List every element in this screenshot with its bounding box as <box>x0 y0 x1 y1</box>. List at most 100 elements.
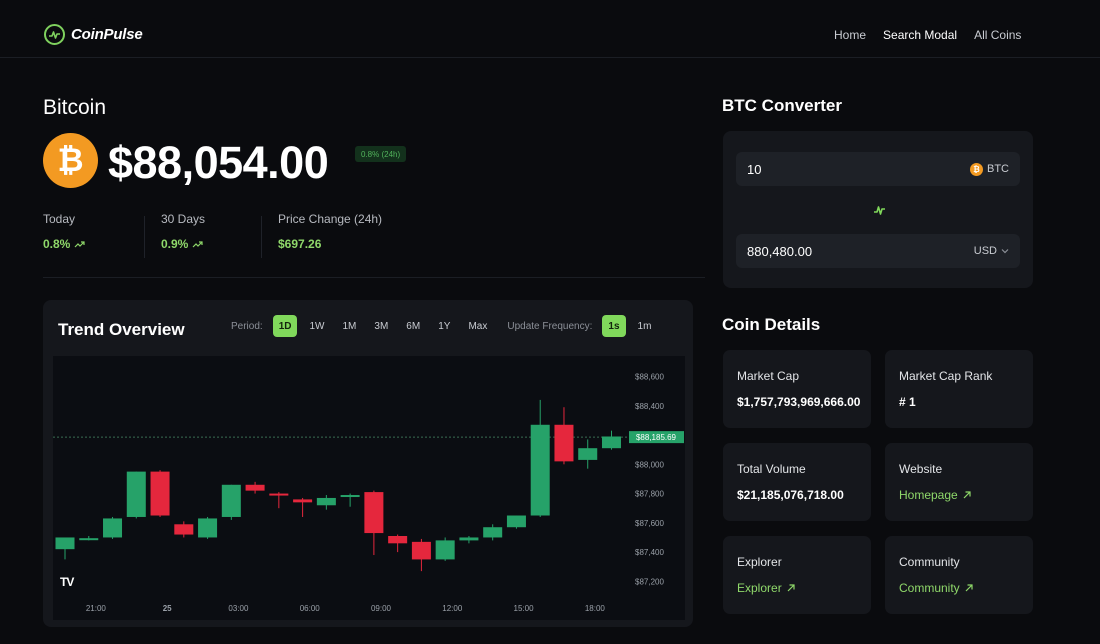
nav-home[interactable]: Home <box>834 28 866 42</box>
candle-body <box>506 515 526 528</box>
explorer-link[interactable]: Explorer <box>737 581 857 595</box>
community-card: Community Community <box>885 536 1033 614</box>
chart-canvas[interactable]: $88,600$88,400$88,200$88,000$87,800$87,6… <box>53 356 685 620</box>
candle-body <box>245 484 265 491</box>
homepage-link[interactable]: Homepage <box>899 488 1019 502</box>
x-tick-label: 12:00 <box>442 604 463 613</box>
candle-body <box>55 537 75 550</box>
converter-card: 10 ₿ BTC 880,480.00 USD <box>723 131 1033 288</box>
candle-body <box>435 540 455 560</box>
converter-result-field[interactable]: 880,480.00 USD <box>736 234 1020 268</box>
coin-name: Bitcoin <box>43 96 107 119</box>
total-volume-card: Total Volume $21,185,076,718.00 <box>723 443 871 521</box>
x-tick-label: 06:00 <box>300 604 321 613</box>
stat-label: Today <box>43 212 76 226</box>
divider <box>144 216 145 258</box>
y-tick-label: $87,400 <box>635 548 664 557</box>
card-label: Total Volume <box>737 462 806 476</box>
candle-body <box>174 524 194 535</box>
nav-all-coins[interactable]: All Coins <box>974 28 1021 42</box>
link-text[interactable]: Community <box>899 581 960 595</box>
candle-body <box>554 424 574 462</box>
from-unit: ₿ BTC <box>970 162 1009 176</box>
candle-body <box>269 493 289 496</box>
y-tick-label: $87,800 <box>635 490 664 499</box>
stat-label: Price Change (24h) <box>278 212 383 226</box>
details-title: Coin Details <box>722 315 821 334</box>
period-3m-button[interactable]: 3M <box>368 315 394 337</box>
candle-body <box>364 492 384 534</box>
external-arrow-icon <box>965 584 973 592</box>
candle-body <box>411 541 431 560</box>
period-1w-button[interactable]: 1W <box>303 315 330 337</box>
x-tick-label: 09:00 <box>371 604 392 613</box>
period-1y-button[interactable]: 1Y <box>432 315 456 337</box>
candle-body <box>601 436 621 449</box>
candle-body <box>578 448 598 460</box>
candle-body <box>459 537 479 541</box>
divider <box>261 216 262 258</box>
swap-icon[interactable] <box>872 203 886 217</box>
candle-body <box>103 518 123 538</box>
candlestick-chart[interactable]: $88,600$88,400$88,200$88,000$87,800$87,6… <box>53 356 685 620</box>
currency-select[interactable]: USD <box>974 245 1009 257</box>
candle-body <box>293 499 313 503</box>
card-value: $1,757,793,969,666.00 <box>737 395 861 409</box>
from-unit-label: BTC <box>987 163 1009 175</box>
website-card: Website Homepage <box>885 443 1033 521</box>
nav-search-modal[interactable]: Search Modal <box>883 28 957 42</box>
card-label: Community <box>899 555 960 569</box>
bitcoin-icon: ₿ <box>970 162 983 176</box>
stat-value-text: 0.8% <box>43 237 71 251</box>
tradingview-logo-icon[interactable]: TV <box>60 575 74 589</box>
trending-up-icon <box>74 241 85 248</box>
trend-title: Trend Overview <box>58 320 185 339</box>
candle-body <box>340 495 360 498</box>
candle-body <box>198 518 218 538</box>
stat-price-change: Price Change (24h) $697.26 <box>278 212 382 251</box>
frequency-1s-button[interactable]: 1s <box>602 315 626 337</box>
stat-label: 30 Days <box>161 212 206 226</box>
converter-title: BTC Converter <box>722 96 842 115</box>
stat-value-text: 0.9% <box>161 237 189 251</box>
coin-price: $88,054.00 <box>108 137 329 188</box>
x-tick-label: 03:00 <box>228 604 249 613</box>
candle-body <box>316 497 336 506</box>
chevron-down-icon <box>1001 249 1009 254</box>
brand-logo[interactable]: CoinPulse <box>44 24 143 45</box>
pulse-logo-icon <box>44 24 65 45</box>
card-value: $21,185,076,718.00 <box>737 488 844 502</box>
x-tick-label: 15:00 <box>514 604 535 613</box>
x-tick-label: 25 <box>163 604 172 613</box>
card-label: Market Cap Rank <box>899 369 993 383</box>
period-6m-button[interactable]: 6M <box>400 315 426 337</box>
card-label: Market Cap <box>737 369 800 383</box>
period-label: Period: <box>231 320 263 332</box>
stat-30-days: 30 Days 0.9% <box>161 212 205 251</box>
link-text[interactable]: Explorer <box>737 581 782 595</box>
converter-amount-field[interactable]: 10 ₿ BTC <box>736 152 1020 186</box>
card-label: Website <box>899 462 943 476</box>
community-link[interactable]: Community <box>899 581 1019 595</box>
y-tick-label: $88,000 <box>635 460 664 469</box>
main-nav: Home Search Modal All Coins <box>834 28 1021 42</box>
candle-body <box>221 484 241 517</box>
x-tick-label: 18:00 <box>585 604 606 613</box>
trend-controls: Period: 1D 1W 1M 3M 6M 1Y Max Update Fre… <box>231 315 657 337</box>
stat-value: 0.8% <box>43 237 85 251</box>
period-1d-button[interactable]: 1D <box>272 315 298 337</box>
frequency-1m-button[interactable]: 1m <box>632 315 658 337</box>
candle-body <box>79 538 99 541</box>
link-text[interactable]: Homepage <box>899 488 958 502</box>
amount-input[interactable]: 10 <box>747 162 970 177</box>
period-max-button[interactable]: Max <box>462 315 493 337</box>
candle-body <box>483 527 503 538</box>
external-arrow-icon <box>787 584 795 592</box>
x-tick-label: 21:00 <box>86 604 107 613</box>
card-label: Explorer <box>737 555 782 569</box>
period-1m-button[interactable]: 1M <box>336 315 362 337</box>
bitcoin-icon: ₿ <box>43 133 98 188</box>
y-tick-label: $88,600 <box>635 372 664 381</box>
card-value: # 1 <box>899 395 916 409</box>
external-arrow-icon <box>963 491 971 499</box>
